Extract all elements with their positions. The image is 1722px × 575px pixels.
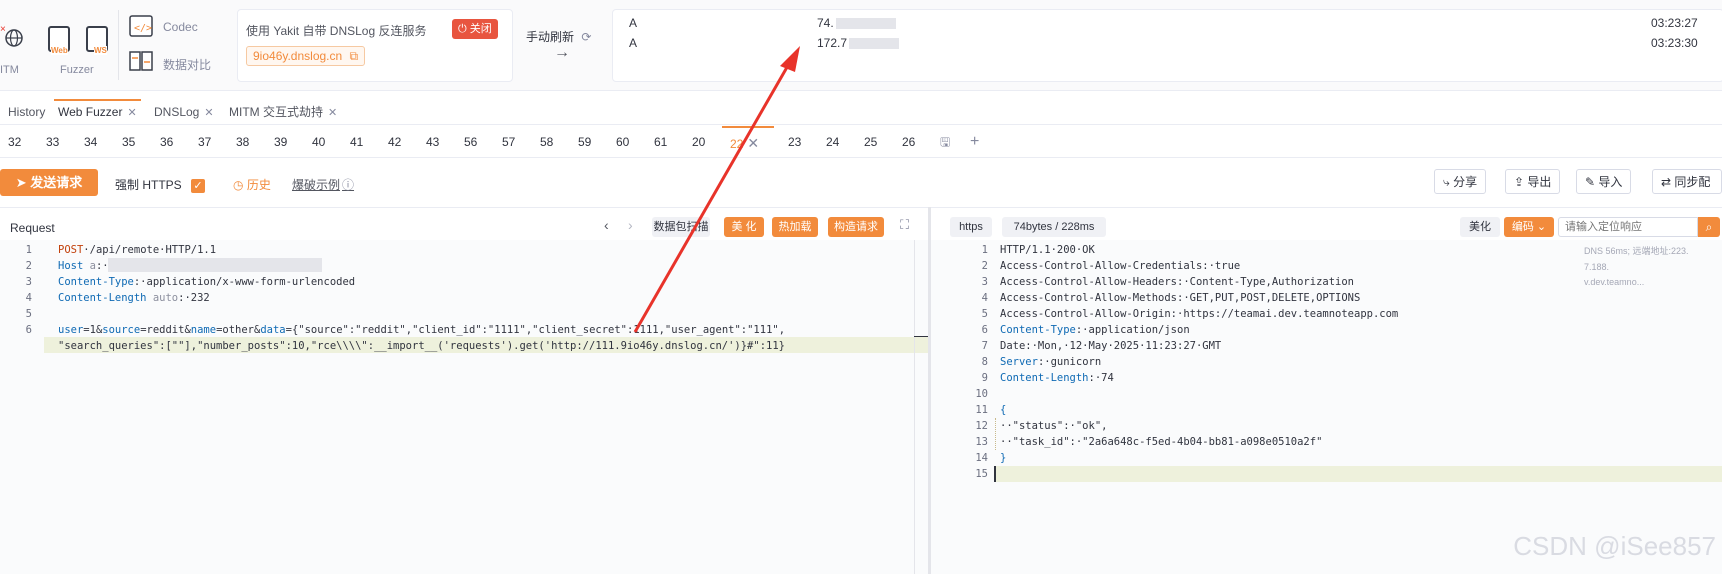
arrow-line bbox=[633, 61, 792, 333]
arrow-head bbox=[780, 46, 800, 72]
annotation-arrow bbox=[633, 46, 800, 333]
watermark: CSDN @iSee857 bbox=[1513, 531, 1716, 561]
